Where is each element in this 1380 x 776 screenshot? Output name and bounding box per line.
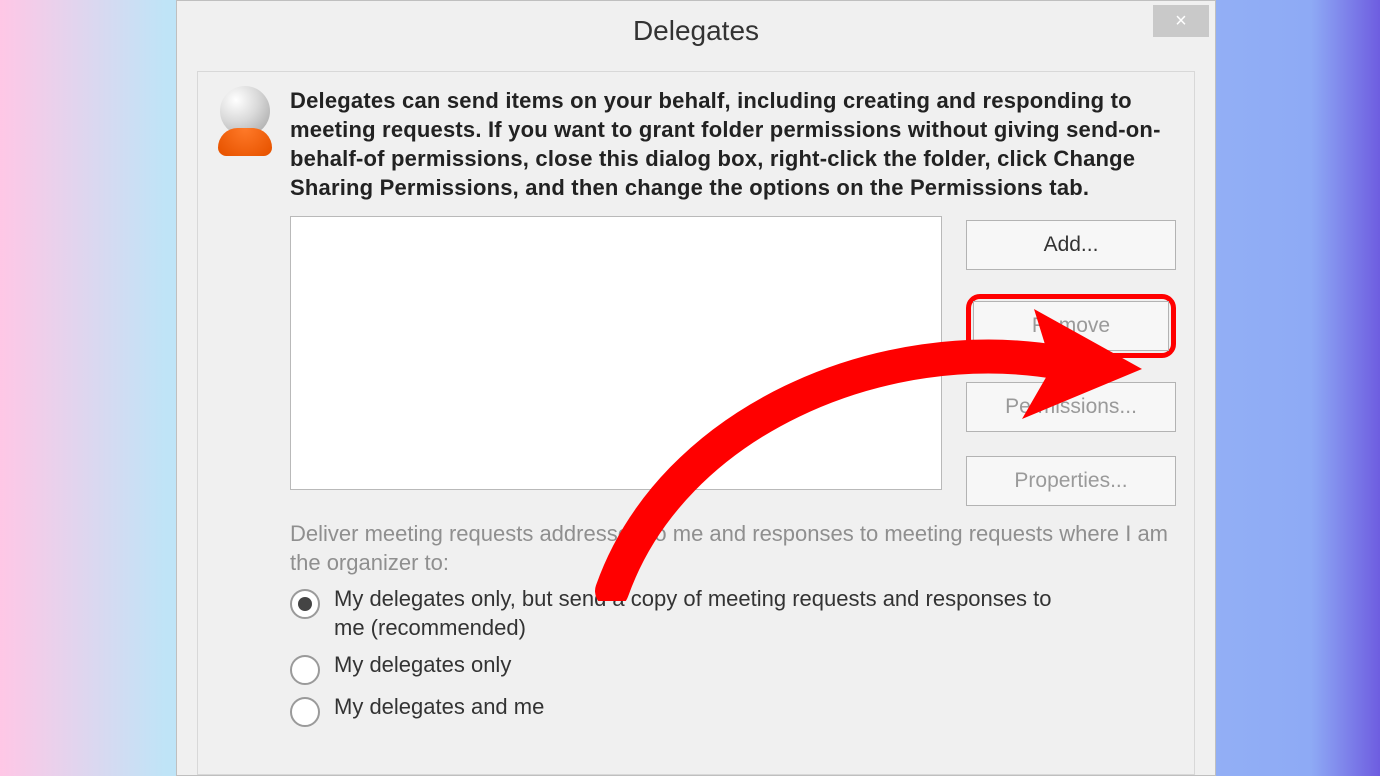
radio-indicator bbox=[290, 697, 320, 727]
permissions-button[interactable]: Permissions... bbox=[966, 382, 1176, 432]
close-icon: × bbox=[1175, 10, 1187, 33]
remove-button[interactable]: Remove bbox=[973, 301, 1169, 351]
delivery-option-0[interactable]: My delegates only, but send a copy of me… bbox=[290, 585, 1176, 642]
delegates-mid-row: Add... Remove Permissions... Properties.… bbox=[216, 216, 1176, 506]
intro-row: Delegates can send items on your behalf,… bbox=[216, 86, 1176, 202]
delivery-options-group: My delegates only, but send a copy of me… bbox=[290, 585, 1176, 726]
delivery-option-2[interactable]: My delegates and me bbox=[290, 693, 1176, 727]
delegates-dialog: Delegates × Delegates can send items on … bbox=[176, 0, 1216, 776]
annotation-highlight-remove: Remove bbox=[966, 294, 1176, 358]
dialog-title: Delegates bbox=[177, 15, 1215, 47]
title-bar: Delegates × bbox=[177, 1, 1215, 65]
dialog-body: Delegates can send items on your behalf,… bbox=[197, 71, 1195, 775]
radio-label: My delegates only, but send a copy of me… bbox=[334, 585, 1074, 642]
radio-label: My delegates and me bbox=[334, 693, 544, 722]
close-button[interactable]: × bbox=[1153, 5, 1209, 37]
intro-text: Delegates can send items on your behalf,… bbox=[290, 86, 1176, 202]
add-button[interactable]: Add... bbox=[966, 220, 1176, 270]
properties-button[interactable]: Properties... bbox=[966, 456, 1176, 506]
delegate-user-icon bbox=[216, 86, 274, 154]
delegate-buttons-column: Add... Remove Permissions... Properties.… bbox=[966, 216, 1176, 506]
delivery-option-1[interactable]: My delegates only bbox=[290, 651, 1176, 685]
radio-indicator bbox=[290, 589, 320, 619]
delegates-listbox[interactable] bbox=[290, 216, 942, 490]
delivery-prompt: Deliver meeting requests addressed to me… bbox=[290, 520, 1176, 577]
radio-label: My delegates only bbox=[334, 651, 511, 680]
radio-indicator bbox=[290, 655, 320, 685]
